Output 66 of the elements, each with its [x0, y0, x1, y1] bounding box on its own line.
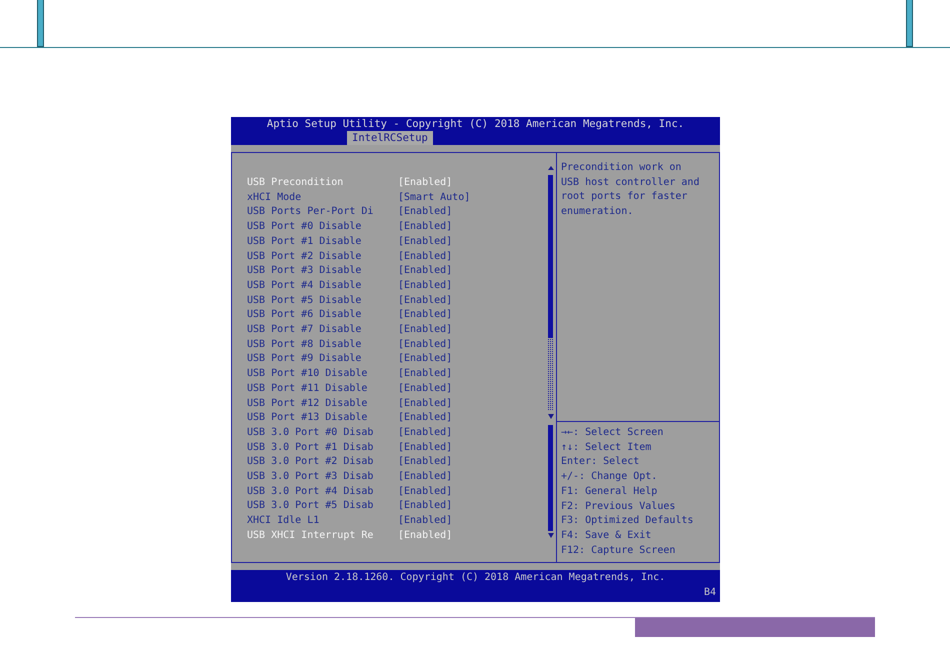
setup-tab[interactable]: IntelRCSetup: [347, 131, 433, 145]
setting-value[interactable]: [Enabled]: [398, 514, 452, 529]
key-help: F3: Optimized Defaults: [561, 514, 694, 528]
setting-value[interactable]: [Enabled]: [398, 528, 452, 544]
setting-value[interactable]: [Smart Auto]: [398, 190, 470, 206]
setting-value[interactable]: [Enabled]: [398, 176, 452, 191]
setting-label[interactable]: USB 3.0 Port #0 Disab: [247, 426, 398, 441]
setting-label[interactable]: USB Port #6 Disable: [247, 308, 398, 324]
setting-value[interactable]: [Enabled]: [398, 484, 452, 500]
setting-label[interactable]: USB Precondition: [247, 176, 398, 191]
version-text: Version 2.18.1260. Copyright (C) 2018 American Megatrends, Inc.: [284, 571, 666, 585]
key-help: F4: Save & Exit: [561, 528, 652, 543]
help-text: Precondition work on USB host controller and root ports for faster enumeration.: [561, 161, 700, 220]
key-help: F1: General Help: [561, 484, 658, 499]
window-title: Aptio Setup Utility - Copyright (C) 2018 American Megatrends, Inc.: [266, 117, 684, 131]
setting-value[interactable]: [Enabled]: [398, 396, 452, 412]
setting-value[interactable]: [Enabled]: [398, 426, 452, 441]
setting-label[interactable]: USB Port #0 Disable: [247, 220, 398, 235]
setting-value[interactable]: [Enabled]: [398, 440, 452, 456]
setting-value[interactable]: [Enabled]: [398, 220, 452, 235]
key-help: Enter: Select: [561, 455, 640, 470]
setting-label[interactable]: xHCI Mode: [247, 190, 398, 206]
setting-value[interactable]: [Enabled]: [398, 455, 452, 470]
setting-label[interactable]: USB Port #9 Disable: [247, 352, 398, 368]
setting-label[interactable]: USB Port #1 Disable: [247, 234, 398, 250]
setting-label[interactable]: USB Port #11 Disable: [247, 382, 398, 397]
setting-label[interactable]: USB Port #4 Disable: [247, 278, 398, 294]
setting-label[interactable]: XHCI Idle L1: [247, 514, 398, 529]
setting-label[interactable]: USB Port #2 Disable: [247, 250, 398, 264]
setting-label[interactable]: USB 3.0 Port #5 Disab: [247, 499, 398, 514]
setting-label[interactable]: USB Ports Per-Port Di: [247, 205, 398, 220]
key-help: F2: Previous Values: [561, 500, 676, 514]
key-help: ↑↓: Select Item: [561, 440, 652, 455]
post-code: B4: [704, 586, 717, 600]
setting-label[interactable]: USB 3.0 Port #4 Disab: [247, 484, 398, 500]
setting-value[interactable]: [Enabled]: [398, 338, 452, 352]
setting-label[interactable]: USB Port #7 Disable: [247, 323, 398, 338]
setting-value[interactable]: [Enabled]: [398, 382, 452, 397]
setting-label[interactable]: USB 3.0 Port #1 Disab: [247, 440, 398, 456]
setting-value[interactable]: [Enabled]: [398, 499, 452, 514]
setting-label[interactable]: USB 3.0 Port #2 Disab: [247, 455, 398, 470]
setting-label[interactable]: USB Port #12 Disable: [247, 396, 398, 412]
setting-label[interactable]: USB 3.0 Port #3 Disab: [247, 470, 398, 485]
key-help: →←: Select Screen: [561, 426, 664, 440]
setting-value[interactable]: [Enabled]: [398, 352, 452, 368]
header-tab-marker: [906, 0, 913, 47]
setting-label[interactable]: USB Port #10 Disable: [247, 367, 398, 382]
key-help: +/-: Change Opt.: [561, 470, 658, 484]
setting-value[interactable]: [Enabled]: [398, 411, 452, 426]
setting-label[interactable]: USB XHCI Interrupt Re: [247, 528, 398, 544]
setting-value[interactable]: [Enabled]: [398, 294, 452, 308]
setting-value[interactable]: [Enabled]: [398, 367, 452, 382]
setting-value[interactable]: [Enabled]: [398, 205, 452, 220]
key-help: F12: Capture Screen: [561, 544, 676, 558]
setting-value[interactable]: [Enabled]: [398, 308, 452, 324]
setting-value[interactable]: [Enabled]: [398, 250, 452, 264]
setting-label[interactable]: USB Port #13 Disable: [247, 411, 398, 426]
setting-value[interactable]: [Enabled]: [398, 323, 452, 338]
setting-label[interactable]: USB Port #3 Disable: [247, 264, 398, 279]
setting-label[interactable]: USB Port #8 Disable: [247, 338, 398, 352]
setting-label[interactable]: USB Port #5 Disable: [247, 294, 398, 308]
setting-value[interactable]: [Enabled]: [398, 234, 452, 250]
setting-value[interactable]: [Enabled]: [398, 264, 452, 279]
setting-value[interactable]: [Enabled]: [398, 278, 452, 294]
header-tab-marker: [37, 0, 44, 47]
setting-value[interactable]: [Enabled]: [398, 470, 452, 485]
